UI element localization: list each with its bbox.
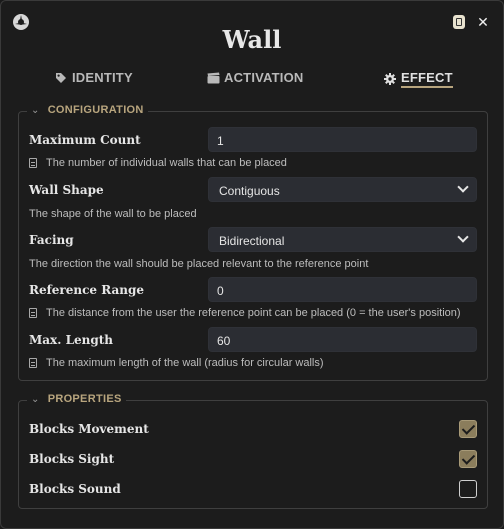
gear-icon bbox=[384, 73, 396, 85]
properties-legend[interactable]: ⌄ PROPERTIES bbox=[27, 393, 126, 405]
reference-range-hint-text: The distance from the user the reference… bbox=[46, 307, 461, 319]
blocks-sound-label: Blocks Sound bbox=[29, 482, 121, 496]
reference-range-input[interactable]: 0 bbox=[208, 277, 477, 302]
chevron-down-icon: ⌄ bbox=[31, 393, 40, 405]
max-length-hint-text: The maximum length of the wall (radius f… bbox=[46, 357, 324, 369]
reference-range-hint: The distance from the user the reference… bbox=[29, 307, 461, 319]
tab-identity[interactable]: IDENTITY bbox=[55, 70, 133, 85]
blocks-sound-checkbox[interactable] bbox=[459, 480, 477, 498]
configuration-section: ⌄ CONFIGURATION Maximum Count 1 The numb… bbox=[18, 104, 488, 381]
tab-effect[interactable]: EFFECT bbox=[384, 70, 453, 88]
clapperboard-icon bbox=[207, 72, 220, 84]
facing-hint-text: The direction the wall should be placed … bbox=[29, 258, 369, 270]
chevron-down-icon bbox=[457, 231, 469, 243]
max-count-hint: The number of individual walls that can … bbox=[29, 157, 287, 169]
tab-effect-label: EFFECT bbox=[401, 70, 453, 88]
chevron-down-icon bbox=[457, 181, 469, 193]
reference-range-label: Reference Range bbox=[29, 283, 144, 297]
tag-icon bbox=[55, 72, 67, 84]
wall-shape-value: Contiguous bbox=[219, 184, 280, 198]
properties-section: ⌄ PROPERTIES Blocks Movement Blocks Sigh… bbox=[18, 393, 488, 509]
facing-select[interactable]: Bidirectional bbox=[208, 227, 477, 252]
tab-identity-label: IDENTITY bbox=[72, 70, 133, 85]
facing-hint: The direction the wall should be placed … bbox=[29, 258, 368, 270]
max-count-label: Maximum Count bbox=[29, 133, 141, 147]
tab-bar: IDENTITY ACTIVATION EFFECT bbox=[1, 70, 503, 90]
properties-legend-label: PROPERTIES bbox=[47, 393, 122, 405]
max-count-hint-text: The number of individual walls that can … bbox=[46, 157, 287, 169]
wall-shape-label: Wall Shape bbox=[29, 183, 104, 197]
max-length-hint: The maximum length of the wall (radius f… bbox=[29, 357, 324, 369]
document-icon bbox=[29, 358, 37, 368]
blocks-movement-label: Blocks Movement bbox=[29, 422, 149, 436]
wall-shape-select[interactable]: Contiguous bbox=[208, 177, 477, 202]
document-icon bbox=[29, 308, 37, 318]
configuration-legend-label: CONFIGURATION bbox=[47, 104, 144, 116]
facing-value: Bidirectional bbox=[219, 234, 285, 248]
page-title: Wall bbox=[222, 25, 282, 54]
tab-activation[interactable]: ACTIVATION bbox=[207, 70, 304, 85]
tab-activation-label: ACTIVATION bbox=[224, 70, 304, 85]
max-length-label: Max. Length bbox=[29, 333, 114, 347]
max-length-input[interactable]: 60 bbox=[208, 327, 477, 352]
blocks-sight-checkbox[interactable] bbox=[459, 450, 477, 468]
blocks-sight-label: Blocks Sight bbox=[29, 452, 115, 466]
wall-shape-hint: The shape of the wall to be placed bbox=[29, 208, 197, 220]
item-sheet-window: ✕ Wall IDENTITY ACTIVATION EFFECT ⌄ CONF… bbox=[0, 0, 504, 529]
blocks-movement-checkbox[interactable] bbox=[459, 420, 477, 438]
max-count-input[interactable]: 1 bbox=[208, 127, 477, 152]
facing-label: Facing bbox=[29, 233, 74, 247]
wall-shape-hint-text: The shape of the wall to be placed bbox=[29, 208, 197, 220]
configuration-legend[interactable]: ⌄ CONFIGURATION bbox=[27, 104, 148, 116]
document-icon bbox=[29, 158, 37, 168]
chevron-down-icon: ⌄ bbox=[31, 104, 40, 116]
